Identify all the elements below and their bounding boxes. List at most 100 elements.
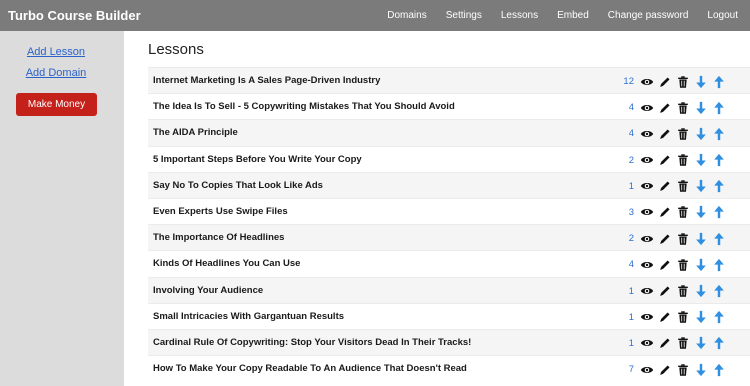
arrow-up-icon[interactable]	[712, 258, 726, 272]
eye-icon[interactable]	[640, 310, 654, 324]
eye-icon[interactable]	[640, 205, 654, 219]
nav-change-password[interactable]: Change password	[608, 10, 689, 21]
lesson-actions: 1	[620, 310, 726, 325]
lesson-row: Small Intricacies With Gargantuan Result…	[148, 302, 750, 329]
eye-icon[interactable]	[640, 179, 654, 193]
trash-icon[interactable]	[676, 127, 690, 141]
lesson-row: Even Experts Use Swipe Files 3	[148, 197, 750, 224]
arrow-down-icon[interactable]	[694, 205, 708, 219]
trash-icon[interactable]	[676, 284, 690, 298]
trash-icon[interactable]	[676, 336, 690, 350]
eye-icon[interactable]	[640, 75, 654, 89]
pencil-icon[interactable]	[658, 75, 672, 89]
arrow-up-icon[interactable]	[712, 127, 726, 141]
lesson-title: Kinds Of Headlines You Can Use	[153, 258, 301, 270]
arrow-up-icon[interactable]	[712, 205, 726, 219]
trash-icon[interactable]	[676, 153, 690, 167]
main-content: Lessons Internet Marketing Is A Sales Pa…	[124, 31, 750, 386]
trash-icon[interactable]	[676, 101, 690, 115]
lesson-title: 5 Important Steps Before You Write Your …	[153, 153, 362, 165]
nav-embed[interactable]: Embed	[557, 10, 589, 21]
lesson-row: The Importance Of Headlines 2	[148, 224, 750, 251]
pencil-icon[interactable]	[658, 310, 672, 324]
view-count: 4	[628, 102, 634, 114]
eye-icon[interactable]	[640, 284, 654, 298]
lesson-list: Internet Marketing Is A Sales Page-Drive…	[148, 67, 750, 381]
lesson-row: 5 Important Steps Before You Write Your …	[148, 145, 750, 172]
arrow-up-icon[interactable]	[712, 179, 726, 193]
arrow-down-icon[interactable]	[694, 310, 708, 324]
eye-icon[interactable]	[640, 101, 654, 115]
lesson-row: Say No To Copies That Look Like Ads 1	[148, 171, 750, 198]
pencil-icon[interactable]	[658, 232, 672, 246]
lesson-title: Even Experts Use Swipe Files	[153, 205, 288, 217]
nav-domains[interactable]: Domains	[387, 10, 426, 21]
lesson-actions: 2	[620, 153, 726, 168]
page-title: Lessons	[148, 41, 204, 58]
arrow-down-icon[interactable]	[694, 153, 708, 167]
eye-icon[interactable]	[640, 232, 654, 246]
nav-settings[interactable]: Settings	[446, 10, 482, 21]
lesson-actions: 1	[620, 284, 726, 299]
view-count: 1	[628, 285, 634, 297]
pencil-icon[interactable]	[658, 127, 672, 141]
arrow-down-icon[interactable]	[694, 232, 708, 246]
lesson-title: Internet Marketing Is A Sales Page-Drive…	[153, 75, 381, 86]
pencil-icon[interactable]	[658, 258, 672, 272]
nav-lessons[interactable]: Lessons	[501, 10, 538, 21]
make-money-button[interactable]: Make Money	[16, 93, 97, 116]
lesson-actions: 2	[620, 231, 726, 246]
eye-icon[interactable]	[640, 258, 654, 272]
arrow-down-icon[interactable]	[694, 101, 708, 115]
arrow-up-icon[interactable]	[712, 75, 726, 89]
arrow-up-icon[interactable]	[712, 232, 726, 246]
pencil-icon[interactable]	[658, 205, 672, 219]
view-count: 1	[628, 180, 634, 192]
eye-icon[interactable]	[640, 336, 654, 350]
eye-icon[interactable]	[640, 153, 654, 167]
trash-icon[interactable]	[676, 232, 690, 246]
pencil-icon[interactable]	[658, 336, 672, 350]
view-count: 3	[628, 206, 634, 218]
nav-logout[interactable]: Logout	[707, 10, 738, 21]
arrow-down-icon[interactable]	[694, 127, 708, 141]
lesson-actions: 1	[620, 179, 726, 194]
arrow-up-icon[interactable]	[712, 310, 726, 324]
view-count: 7	[628, 364, 634, 376]
lesson-actions: 4	[620, 257, 726, 272]
trash-icon[interactable]	[676, 258, 690, 272]
trash-icon[interactable]	[676, 75, 690, 89]
arrow-down-icon[interactable]	[694, 363, 708, 377]
arrow-down-icon[interactable]	[694, 75, 708, 89]
lesson-title: The AIDA Principle	[153, 127, 238, 139]
arrow-down-icon[interactable]	[694, 179, 708, 193]
arrow-up-icon[interactable]	[712, 153, 726, 167]
eye-icon[interactable]	[640, 363, 654, 377]
trash-icon[interactable]	[676, 205, 690, 219]
trash-icon[interactable]	[676, 310, 690, 324]
view-count: 2	[628, 154, 634, 166]
lesson-actions: 7	[620, 362, 726, 377]
add-domain-link[interactable]: Add Domain	[0, 67, 112, 79]
eye-icon[interactable]	[640, 127, 654, 141]
pencil-icon[interactable]	[658, 179, 672, 193]
pencil-icon[interactable]	[658, 363, 672, 377]
lesson-row: The AIDA Principle 4	[148, 119, 750, 146]
add-lesson-link[interactable]: Add Lesson	[0, 46, 112, 58]
arrow-down-icon[interactable]	[694, 336, 708, 350]
arrow-down-icon[interactable]	[694, 284, 708, 298]
app-title[interactable]: Turbo Course Builder	[8, 8, 141, 23]
lesson-actions: 3	[620, 205, 726, 220]
arrow-up-icon[interactable]	[712, 336, 726, 350]
pencil-icon[interactable]	[658, 153, 672, 167]
trash-icon[interactable]	[676, 179, 690, 193]
arrow-down-icon[interactable]	[694, 258, 708, 272]
arrow-up-icon[interactable]	[712, 101, 726, 115]
view-count: 2	[628, 233, 634, 245]
pencil-icon[interactable]	[658, 101, 672, 115]
trash-icon[interactable]	[676, 363, 690, 377]
arrow-up-icon[interactable]	[712, 284, 726, 298]
pencil-icon[interactable]	[658, 284, 672, 298]
arrow-up-icon[interactable]	[712, 363, 726, 377]
view-count: 1	[628, 311, 634, 323]
